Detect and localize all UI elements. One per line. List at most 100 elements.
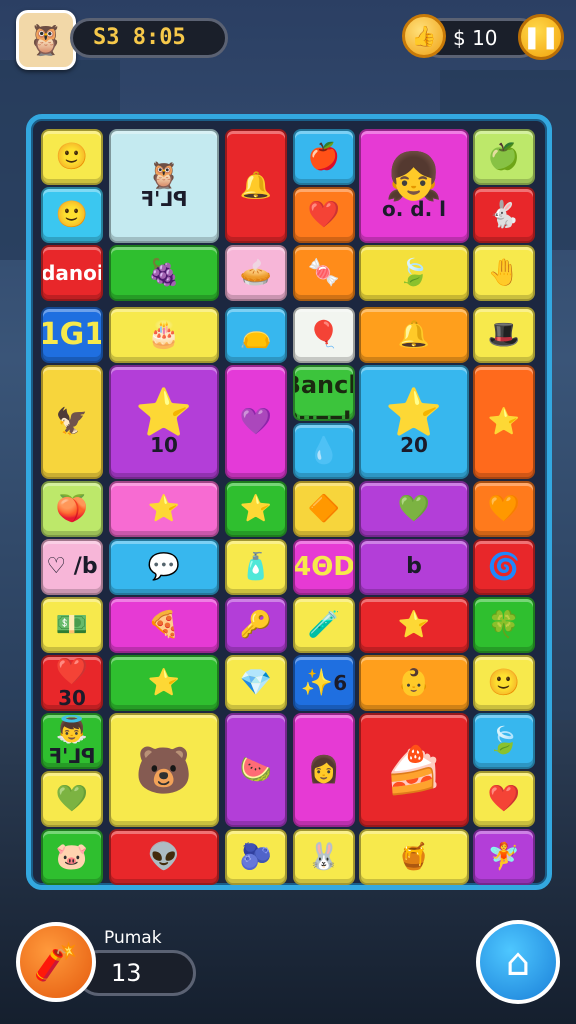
tile-peach-green-icon: 🍑: [55, 494, 89, 524]
tile-hand-yellow[interactable]: 🤚: [473, 245, 535, 301]
tile-drop-blue[interactable]: 💧: [293, 423, 355, 479]
tile-star-green2-icon: ⭐: [147, 668, 181, 698]
tile-balloon-white[interactable]: 🎈: [293, 307, 355, 363]
tile-twenty-blue[interactable]: ⭐ 20: [359, 365, 469, 479]
tile-shapes-yellow[interactable]: 🔶: [293, 481, 355, 537]
tile-heart-purple-icon: 💜: [239, 407, 273, 437]
tile-cake-yellow[interactable]: 🎂: [109, 307, 219, 363]
tile-star-green[interactable]: ⭐: [225, 481, 287, 537]
tile-swirl-red[interactable]: 🌀: [473, 539, 535, 595]
tile-sparkle-blue-icon: ✨: [300, 668, 334, 698]
tile-angel-green-label: ꟻꞌ⅃ꟼ: [48, 743, 96, 768]
tile-melon-purple[interactable]: 🍉: [225, 713, 287, 827]
tile-pot-yellow[interactable]: 🍯: [359, 829, 469, 885]
tile-heart-purple[interactable]: 💜: [225, 365, 287, 479]
tile-cake-yellow-icon: 🎂: [147, 320, 181, 350]
tile-angel-green[interactable]: 👼 ꟻꞌ⅃ꟼ: [41, 713, 103, 769]
tile-bunny-yellow[interactable]: 🐰: [293, 829, 355, 885]
tile-heart-purple2[interactable]: 💚: [359, 481, 469, 537]
tile-star-green2[interactable]: ⭐: [109, 655, 219, 711]
tile-eagle-yellow-icon: 🦅: [55, 407, 89, 437]
tile-gem-yellow-icon: 💎: [239, 668, 273, 698]
tile-bottle-yellow[interactable]: 🧴: [225, 539, 287, 595]
pause-button[interactable]: ❚❚: [518, 14, 564, 60]
bomb-icon: 🧨: [33, 942, 79, 983]
tile-pie-pink[interactable]: 🥧: [225, 245, 287, 301]
tile-girl-magenta[interactable]: 👧 o. d. l: [359, 129, 469, 243]
tile-pig-green[interactable]: 🐷: [41, 829, 103, 885]
tile-face-yellow[interactable]: 🙂: [41, 129, 103, 185]
tile-bell-orange[interactable]: 🔔: [359, 307, 469, 363]
tile-title-green[interactable]: Banch Puzzla: [293, 365, 355, 421]
tile-plum-green[interactable]: 🍇: [109, 245, 219, 301]
tile-peach-green[interactable]: 🍑: [41, 481, 103, 537]
tile-candy-orange[interactable]: 🍬: [293, 245, 355, 301]
tile-heart-yellow[interactable]: 💚: [41, 771, 103, 827]
tile-hat-yellow-icon: 🎩: [487, 320, 521, 350]
tile-eagle-yellow[interactable]: 🦅: [41, 365, 103, 479]
tile-angel-green-icon: 👼: [55, 714, 89, 745]
tile-star-pink[interactable]: ⭐: [109, 481, 219, 537]
tile-letters-pink[interactable]: ♡ /b: [41, 539, 103, 595]
tile-pie-pink-icon: 🥧: [239, 258, 273, 288]
tile-baby-orange[interactable]: 👶: [359, 655, 469, 711]
tile-star-red[interactable]: ⭐: [473, 365, 535, 479]
tile-girl-magenta-label: o. d. l: [381, 197, 447, 221]
tile-bell-red[interactable]: 🔔: [225, 129, 287, 243]
tile-sparkle-blue[interactable]: ✨ 6: [293, 655, 355, 711]
moves-label: Pumak: [104, 928, 162, 948]
tile-pizza-pink[interactable]: 🍕: [109, 597, 219, 653]
tile-bag-blue[interactable]: 👝: [225, 307, 287, 363]
tile-ten-purple-label: 10: [150, 433, 178, 457]
tile-letters-pink-label: ♡ /b: [46, 554, 98, 579]
tile-face-blue[interactable]: 🙂: [41, 187, 103, 243]
tile-apple-blue[interactable]: 🍎: [293, 129, 355, 185]
tile-rabbit-red-icon: 🐇: [487, 200, 521, 230]
bomb-button[interactable]: 🧨: [16, 922, 96, 1002]
tile-money-yellow[interactable]: 💵: [41, 597, 103, 653]
tile-owl-emblem[interactable]: 🦉 ꟻꞌ⅃ꟼ: [109, 129, 219, 243]
tile-apple-blue-icon: 🍎: [307, 142, 341, 172]
home-button[interactable]: ⌂: [476, 920, 560, 1004]
tile-leaf-blue[interactable]: 🍃: [473, 713, 535, 769]
tile-heart-yellow2[interactable]: ❤️: [473, 771, 535, 827]
tile-fairy-purple[interactable]: 🧚: [473, 829, 535, 885]
tile-ten-purple[interactable]: ⭐ 10: [109, 365, 219, 479]
tile-hand-yellow-icon: 🤚: [487, 258, 521, 288]
tile-hat-yellow[interactable]: 🎩: [473, 307, 535, 363]
tile-mix-yellow[interactable]: 🧪: [293, 597, 355, 653]
tile-chat-blue-icon: 💬: [147, 552, 181, 582]
tile-alien-red-icon: 👽: [147, 842, 181, 872]
tile-key-purple[interactable]: 🔑: [225, 597, 287, 653]
tile-alien-red[interactable]: 👽: [109, 829, 219, 885]
tile-star-red-icon: ⭐: [487, 407, 521, 437]
tile-star-red2[interactable]: ⭐: [359, 597, 469, 653]
tile-bear-yellow-icon: 🐻: [135, 743, 193, 797]
tile-heart-thirty[interactable]: ❤️ 30: [41, 655, 103, 711]
tile-number-blue-label: 1G1: [41, 317, 103, 352]
tile-heart-orange[interactable]: ❤️: [293, 187, 355, 243]
tile-blob-green[interactable]: 🍀: [473, 597, 535, 653]
tile-star-red2-icon: ⭐: [397, 610, 431, 640]
tile-face-magenta[interactable]: 👩: [293, 713, 355, 827]
tile-b-purple[interactable]: b: [359, 539, 469, 595]
tile-rabbit-red[interactable]: 🐇: [473, 187, 535, 243]
tile-gem-yellow[interactable]: 💎: [225, 655, 287, 711]
tile-bear-yellow[interactable]: 🐻: [109, 713, 219, 827]
tile-plum-green-icon: 🍇: [147, 258, 181, 288]
player-avatar[interactable]: 🦉: [16, 10, 76, 70]
tile-heart-orange2[interactable]: 🧡: [473, 481, 535, 537]
tile-cake-red[interactable]: 🍰: [359, 713, 469, 827]
tile-word-banner[interactable]: Iidanoia: [41, 245, 103, 301]
tile-heart-orange-icon: ❤️: [307, 200, 341, 230]
tile-b-purple-label: b: [406, 554, 422, 579]
tile-apple-green[interactable]: 🍏: [473, 129, 535, 185]
tile-berry-yellow[interactable]: 🫐: [225, 829, 287, 885]
tile-twenty-blue-label: 20: [400, 433, 428, 457]
tile-bell-red-icon: 🔔: [239, 171, 273, 201]
tile-leaf-yellow[interactable]: 🍃: [359, 245, 469, 301]
tile-code-magenta[interactable]: 4ΘD: [293, 539, 355, 595]
tile-face-yellow2[interactable]: 🙂: [473, 655, 535, 711]
tile-number-blue[interactable]: 1G1: [41, 307, 103, 363]
tile-chat-blue[interactable]: 💬: [109, 539, 219, 595]
